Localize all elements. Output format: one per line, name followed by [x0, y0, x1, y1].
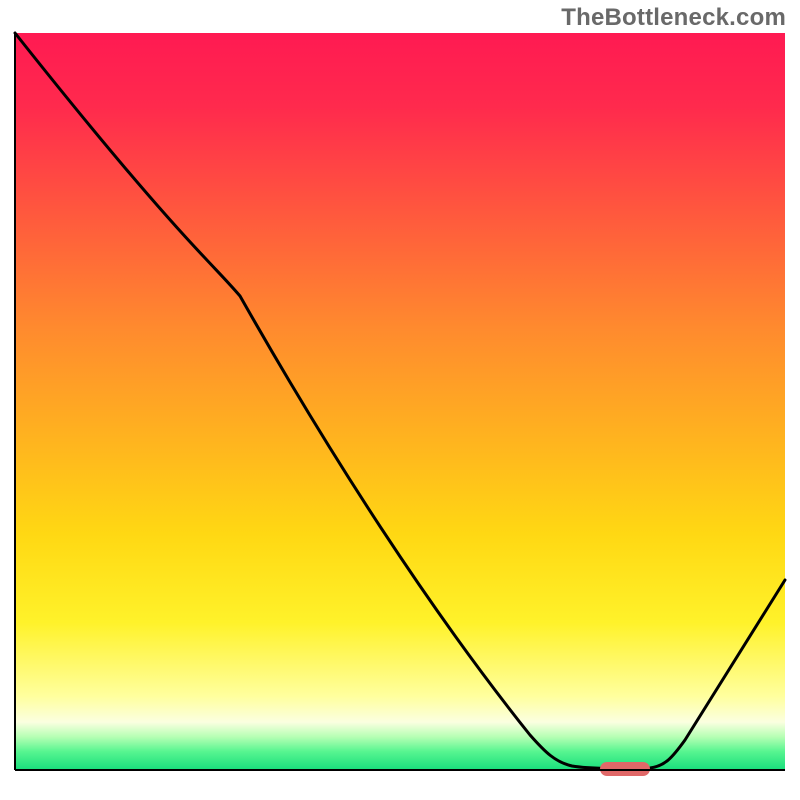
bottleneck-chart: [0, 0, 800, 800]
watermark-label: TheBottleneck.com: [561, 4, 786, 32]
chart-container: TheBottleneck.com: [0, 0, 800, 800]
plot-background: [15, 33, 785, 770]
